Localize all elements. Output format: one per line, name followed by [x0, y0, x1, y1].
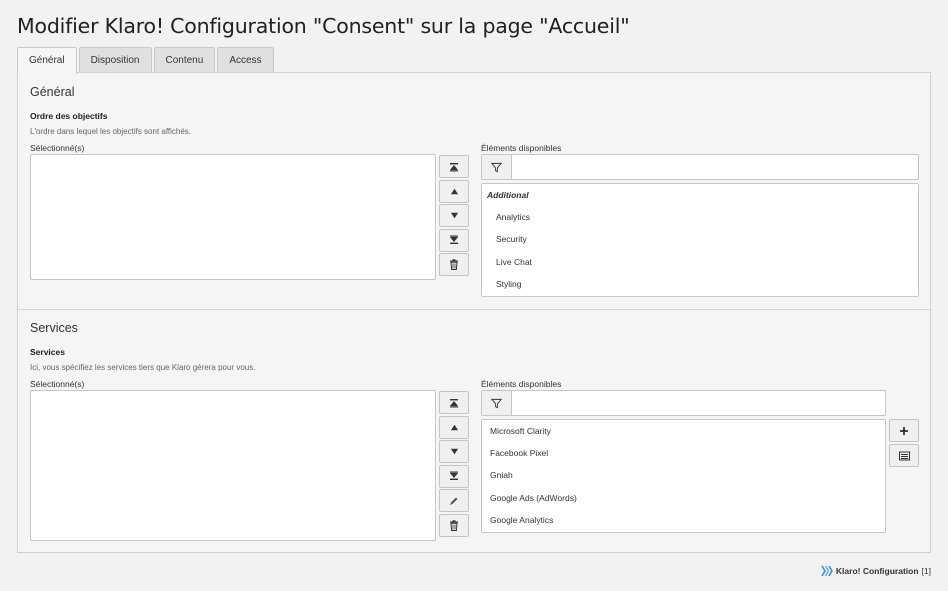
move-up-icon: [450, 424, 458, 430]
klaro-logo-icon: [821, 565, 833, 577]
remove-button[interactable]: [439, 253, 469, 277]
objectives-filter: [481, 154, 919, 180]
selected-label: Sélectionné(s): [30, 143, 85, 153]
services-controls: [439, 391, 469, 539]
optgroup-additional: Additional: [487, 190, 529, 200]
list-item[interactable]: Gniah: [482, 464, 885, 486]
section-divider: [18, 309, 930, 310]
objectives-controls: [439, 155, 469, 278]
objectives-filter-input[interactable]: [512, 155, 918, 179]
filter-icon: [491, 398, 502, 408]
filter-icon: [491, 162, 502, 172]
record-footer: Klaro! Configuration [1]: [821, 565, 931, 577]
move-down-button[interactable]: [439, 204, 469, 228]
add-service-button[interactable]: [889, 419, 919, 442]
move-down-icon: [450, 448, 458, 455]
move-up-button[interactable]: [439, 179, 469, 203]
tab-bar: Général Disposition Contenu Access: [17, 47, 274, 74]
list-item[interactable]: Google Ads (AdWords): [482, 487, 885, 509]
plus-icon: [900, 426, 908, 435]
move-top-icon: [450, 162, 458, 171]
tab-contenu[interactable]: Contenu: [153, 47, 216, 73]
section-title-general: Général: [30, 85, 75, 99]
trash-icon: [450, 259, 458, 271]
tab-general[interactable]: Général: [17, 47, 77, 74]
available-services-options: Microsoft Clarity Facebook Pixel Gniah G…: [482, 420, 885, 531]
field-label-objectives-order: Ordre des objectifs: [30, 111, 108, 121]
move-down-icon: [450, 212, 458, 219]
move-bottom-icon: [450, 235, 458, 245]
field-description-services: Ici, vous spécifiez les services tiers q…: [30, 363, 256, 372]
filter-icon-button[interactable]: [482, 391, 512, 415]
trash-icon: [450, 520, 458, 531]
move-up-icon: [450, 188, 458, 194]
list-item[interactable]: Security: [482, 228, 918, 250]
services-filter-input[interactable]: [512, 391, 885, 415]
move-up-button[interactable]: [439, 415, 469, 439]
page-title: Modifier Klaro! Configuration "Consent" …: [17, 14, 630, 38]
list-item[interactable]: Analytics: [482, 206, 918, 228]
tab-access[interactable]: Access: [217, 47, 274, 73]
filter-icon-button[interactable]: [482, 155, 512, 179]
list-item[interactable]: Facebook Pixel: [482, 442, 885, 464]
record-type-label: Klaro! Configuration: [835, 566, 919, 576]
move-bottom-button[interactable]: [439, 464, 469, 488]
available-label: Éléments disponibles: [481, 143, 562, 153]
selected-services-list[interactable]: [30, 390, 436, 541]
remove-button[interactable]: [439, 513, 469, 537]
list-item[interactable]: Live Chat: [482, 251, 918, 273]
move-bottom-icon: [450, 471, 458, 481]
available-label: Éléments disponibles: [481, 379, 562, 389]
available-objectives-options: Additional Analytics Security Live Chat …: [482, 184, 918, 295]
field-description-objectives: L'ordre dans lequel les objectifs sont a…: [30, 127, 192, 136]
selected-label: Sélectionné(s): [30, 379, 85, 389]
move-top-icon: [450, 398, 458, 407]
available-objectives-list[interactable]: Additional Analytics Security Live Chat …: [481, 183, 919, 297]
list-item[interactable]: Styling: [482, 273, 918, 295]
tab-panel-general: Général Ordre des objectifs L'ordre dans…: [17, 72, 931, 553]
section-title-services: Services: [30, 321, 78, 335]
move-top-button[interactable]: [439, 391, 469, 414]
move-top-button[interactable]: [439, 155, 469, 178]
list-icon: [898, 451, 910, 460]
list-services-button[interactable]: [889, 444, 919, 467]
services-filter: [481, 390, 886, 416]
selected-objectives-list[interactable]: [30, 154, 436, 280]
available-services-list[interactable]: Microsoft Clarity Facebook Pixel Gniah G…: [481, 419, 886, 533]
list-item[interactable]: Microsoft Clarity: [482, 420, 885, 442]
record-uid: [1]: [921, 566, 931, 576]
move-bottom-button[interactable]: [439, 228, 469, 252]
list-item[interactable]: Google Analytics: [482, 509, 885, 531]
edit-button[interactable]: [439, 489, 469, 513]
pencil-icon: [450, 497, 458, 505]
move-down-button[interactable]: [439, 440, 469, 464]
field-label-services: Services: [30, 347, 65, 357]
tab-disposition[interactable]: Disposition: [78, 47, 152, 73]
